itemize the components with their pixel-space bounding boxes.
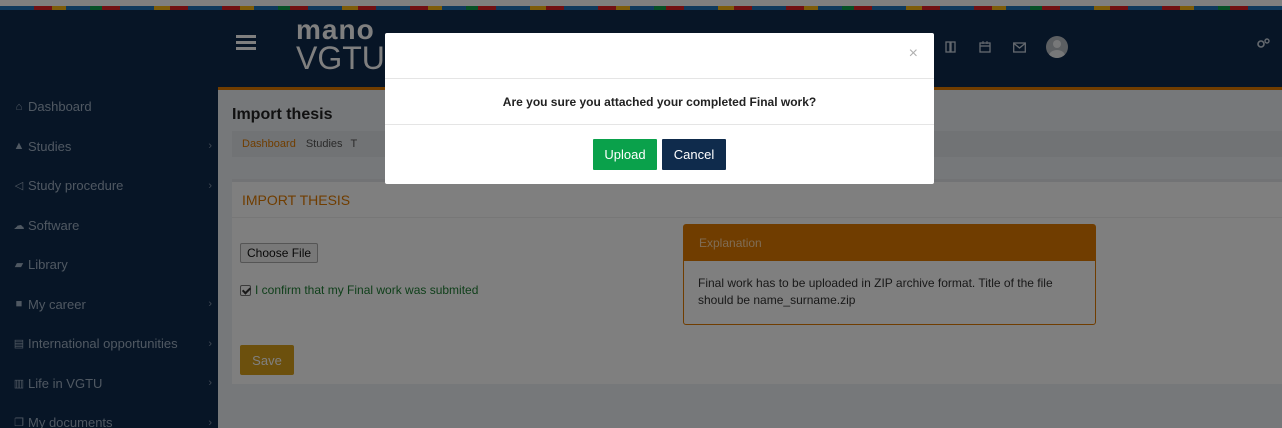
cancel-button[interactable]: Cancel — [662, 139, 726, 170]
dialog-header: × — [385, 33, 934, 79]
dialog-message: Are you sure you attached your completed… — [385, 79, 934, 125]
confirm-dialog: × Are you sure you attached your complet… — [385, 33, 934, 184]
close-icon[interactable]: × — [909, 45, 918, 63]
upload-button[interactable]: Upload — [593, 139, 657, 170]
dialog-footer: Upload Cancel — [385, 125, 934, 184]
